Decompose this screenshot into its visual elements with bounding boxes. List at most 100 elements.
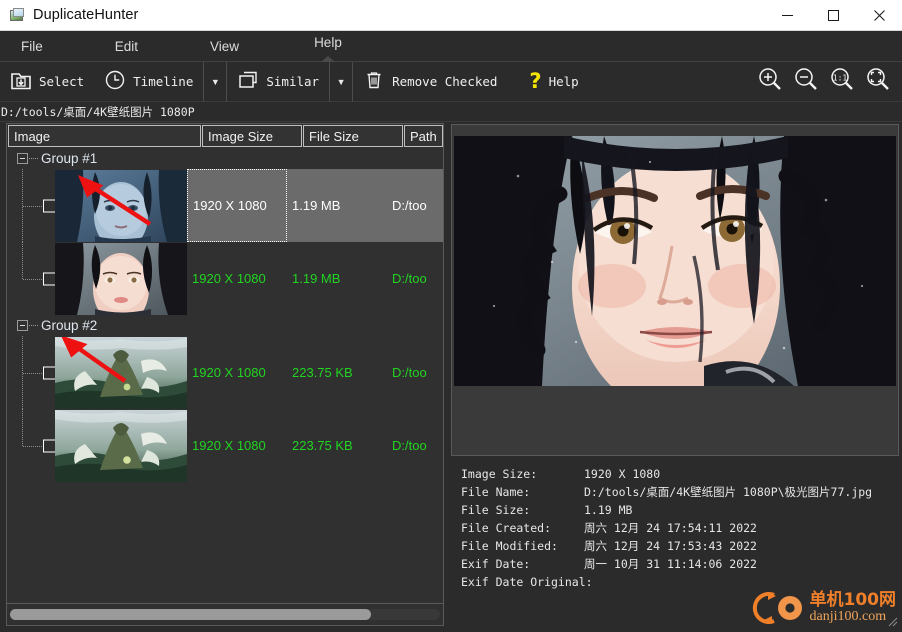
- path-value: D:/too: [392, 365, 427, 380]
- similar-label: Similar: [266, 74, 320, 89]
- image-size-value: 1920 X 1080: [193, 198, 267, 213]
- trash-icon: [363, 69, 385, 94]
- thumbnail-image[interactable]: [55, 242, 187, 315]
- file-size-value: 1.19 MB: [292, 271, 341, 286]
- menu-edit[interactable]: Edit: [105, 30, 148, 61]
- column-header-path[interactable]: Path: [404, 125, 443, 147]
- group-row[interactable]: Group #2: [7, 315, 443, 336]
- tree-connector: [29, 158, 38, 159]
- path-value: D:/too: [392, 438, 427, 453]
- app-icon: [9, 7, 25, 23]
- remove-checked-label: Remove Checked: [392, 74, 498, 89]
- thumbnail-image[interactable]: [55, 409, 187, 482]
- help-button[interactable]: ? Help: [519, 62, 588, 102]
- timeline-button[interactable]: Timeline: [94, 62, 203, 102]
- preview-image[interactable]: [454, 136, 896, 386]
- cell-file-size: 1.19 MB: [287, 242, 387, 315]
- zoom-actual-size-button[interactable]: 1:1: [824, 62, 860, 102]
- maximize-button[interactable]: [810, 0, 856, 31]
- cell-image-size: 1920 X 1080: [187, 242, 287, 315]
- zoom-in-icon: [757, 66, 783, 97]
- menu-file[interactable]: File: [11, 30, 53, 61]
- similar-dropdown-arrow[interactable]: ▼: [330, 62, 352, 102]
- column-header-image[interactable]: Image: [8, 125, 201, 147]
- metadata-key: Exif Date Original:: [461, 575, 593, 589]
- metadata-row: Image Size: 1920 X 1080: [461, 465, 899, 483]
- zoom-out-button[interactable]: [788, 62, 824, 102]
- cell-path: D:/too: [387, 336, 443, 409]
- preview-panel[interactable]: [451, 124, 899, 456]
- metadata-row: File Created: 周六 12月 24 17:54:11 2022: [461, 519, 899, 537]
- watermark-cn: 单机100网: [809, 589, 897, 610]
- close-button[interactable]: [856, 0, 902, 31]
- collapse-icon[interactable]: [17, 320, 28, 331]
- tree-gutter: [7, 336, 56, 409]
- metadata-row: Exif Date: 周一 10月 31 11:14:06 2022: [461, 555, 899, 573]
- copy-images-icon: [237, 69, 259, 94]
- help-toolbar-label: Help: [548, 74, 579, 89]
- metadata-row: File Modified: 周六 12月 24 17:53:43 2022: [461, 537, 899, 555]
- column-header-image-size[interactable]: Image Size: [202, 125, 302, 147]
- metadata-value: 1920 X 1080: [584, 467, 661, 481]
- thumbnail-image[interactable]: [55, 169, 187, 242]
- resize-grip-icon[interactable]: [885, 614, 898, 627]
- window-controls: [764, 0, 902, 31]
- group-label: Group #1: [41, 151, 98, 166]
- file-size-value: 223.75 KB: [292, 438, 353, 453]
- watermark: 单机100网 danji100.com: [752, 589, 897, 627]
- thumbnail-image[interactable]: [55, 336, 187, 409]
- title-bar: DuplicateHunter: [0, 0, 902, 31]
- right-pane: Image Size: 1920 X 1080 File Name: D:/to…: [448, 122, 902, 632]
- collapse-icon[interactable]: [17, 153, 28, 164]
- duplicates-tree: Image Image Size File Size Path Group #1: [6, 123, 444, 604]
- menu-help[interactable]: Help: [304, 30, 352, 62]
- metadata-panel: Image Size: 1920 X 1080 File Name: D:/to…: [451, 456, 899, 628]
- tree-gutter: [7, 169, 56, 242]
- horizontal-scrollbar[interactable]: [6, 604, 444, 626]
- image-size-value: 1920 X 1080: [192, 365, 266, 380]
- minimize-button[interactable]: [764, 0, 810, 31]
- column-header-file-size[interactable]: File Size: [303, 125, 403, 147]
- cell-file-size: 223.75 KB: [287, 336, 387, 409]
- metadata-key: File Modified:: [461, 539, 558, 553]
- metadata-key: Exif Date:: [461, 557, 531, 571]
- menu-view[interactable]: View: [200, 30, 249, 61]
- watermark-en: danji100.com: [809, 608, 887, 624]
- timeline-dropdown-arrow[interactable]: ▼: [204, 62, 226, 102]
- folder-download-icon: [10, 69, 32, 94]
- select-button[interactable]: Select: [0, 62, 94, 102]
- menu-help-label: Help: [314, 35, 342, 50]
- table-row[interactable]: 1920 X 1080 223.75 KB D:/too: [7, 409, 443, 482]
- remove-checked-button[interactable]: Remove Checked: [353, 62, 507, 102]
- metadata-row: File Name: D:/tools/桌面/4K壁纸图片 1080P\极光图片…: [461, 483, 899, 501]
- watermark-text: 单机100网 danji100.com: [809, 589, 897, 625]
- metadata-value: 周六 12月 24 17:53:43 2022: [584, 539, 757, 553]
- metadata-key: File Name:: [461, 485, 531, 499]
- scrollbar-track[interactable]: [10, 609, 440, 620]
- cell-image-size: 1920 X 1080: [187, 336, 287, 409]
- table-row[interactable]: 1920 X 1080 1.19 MB D:/too: [7, 169, 443, 242]
- scrollbar-thumb[interactable]: [10, 609, 372, 620]
- table-row[interactable]: 1920 X 1080 1.19 MB D:/too: [7, 242, 443, 315]
- cell-path: D:/too: [387, 242, 443, 315]
- main-body: Image Image Size File Size Path Group #1: [0, 122, 902, 632]
- group-label: Group #2: [41, 318, 98, 333]
- zoom-fit-icon: [865, 66, 891, 97]
- current-path: D:/tools/桌面/4K壁纸图片 1080P: [1, 104, 195, 119]
- table-row[interactable]: 1920 X 1080 223.75 KB D:/too: [7, 336, 443, 409]
- cell-file-size: 223.75 KB: [287, 409, 387, 482]
- toolbar: Select Timeline ▼ Similar ▼ Remove Check…: [0, 61, 902, 102]
- group-row[interactable]: Group #1: [7, 148, 443, 169]
- tree-connector: [29, 325, 38, 326]
- window-title: DuplicateHunter: [33, 7, 139, 23]
- similar-button[interactable]: Similar: [227, 62, 329, 102]
- zoom-fit-button[interactable]: [860, 62, 896, 102]
- menu-bar: File Edit View Help: [0, 31, 902, 62]
- cell-image-size: 1920 X 1080: [187, 409, 287, 482]
- watermark-logo-icon: [752, 592, 802, 624]
- left-pane: Image Image Size File Size Path Group #1: [0, 122, 448, 632]
- one-to-one-icon: 1:1: [829, 66, 855, 97]
- question-mark-icon: ?: [529, 69, 542, 93]
- metadata-key: Image Size:: [461, 467, 538, 481]
- zoom-in-button[interactable]: [752, 62, 788, 102]
